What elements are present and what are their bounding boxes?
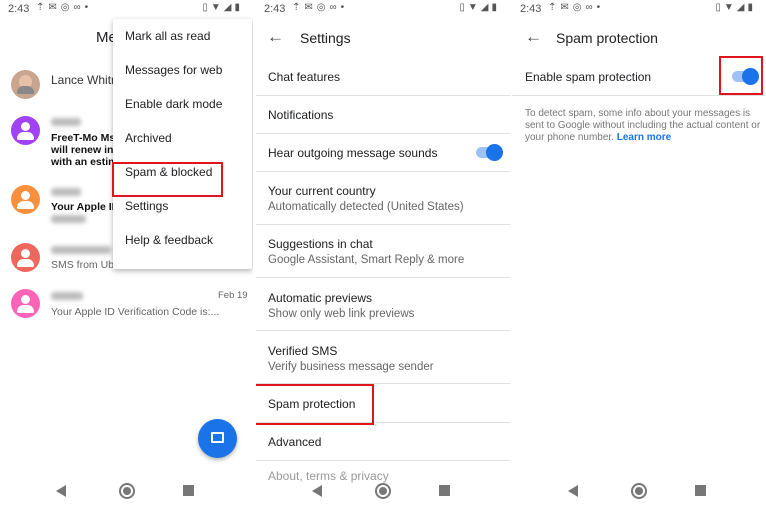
back-arrow-icon[interactable]: ← xyxy=(525,27,542,47)
back-icon[interactable] xyxy=(568,485,578,497)
recents-icon[interactable] xyxy=(183,485,194,496)
status-bar: 2:43 ⇡✉◎∞• ▯▼◢▮ xyxy=(0,0,253,18)
setting-chat-features[interactable]: Chat features xyxy=(256,58,510,96)
conversation-preview[interactable]: Your Apple ID xyxy=(51,201,119,213)
blurred-name xyxy=(51,188,81,196)
notification-icons: ⇡✉◎∞• xyxy=(36,2,93,13)
setting-title: Suggestions in chat xyxy=(268,237,373,251)
highlight-box xyxy=(112,162,223,197)
blurred-name xyxy=(51,118,81,126)
conversation-date: Feb 19 xyxy=(218,290,248,301)
system-icons: ▯▼◢▮ xyxy=(715,2,756,13)
clock: 2:43 xyxy=(8,3,30,15)
blurred-name xyxy=(51,292,83,300)
status-bar: 2:43 ⇡✉◎∞• ▯▼◢▮ xyxy=(512,0,766,18)
settings-screen: 2:43 ⇡✉◎∞• ▯▼◢▮ ← Settings Chat features N… xyxy=(256,0,510,510)
notification-icons: ⇡✉◎∞• xyxy=(548,2,605,13)
setting-subtitle: Automatically detected (United States) xyxy=(268,201,464,213)
nav-bar xyxy=(256,474,510,510)
menu-item-help[interactable]: Help & feedback xyxy=(113,223,252,257)
conversation-preview[interactable]: SMS from Ube xyxy=(51,259,120,271)
setting-subtitle: Google Assistant, Smart Reply & more xyxy=(268,254,465,266)
avatar xyxy=(11,289,40,318)
conversation-name[interactable]: Lance Whitn xyxy=(51,73,118,87)
setting-title: Verified SMS xyxy=(268,344,338,358)
setting-title: Hear outgoing message sounds xyxy=(268,146,438,160)
avatar xyxy=(11,243,40,272)
conversation-preview[interactable]: Your Apple ID Verification Code is:... xyxy=(51,306,219,318)
learn-more-link[interactable]: Learn more xyxy=(617,132,671,143)
status-bar: 2:43 ⇡✉◎∞• ▯▼◢▮ xyxy=(256,0,510,18)
menu-item-dark-mode[interactable]: Enable dark mode xyxy=(113,87,252,121)
setting-subtitle: Show only web link previews xyxy=(268,308,415,320)
system-icons: ▯▼◢▮ xyxy=(459,2,500,13)
setting-verified-sms[interactable]: Verified SMS Verify business message send… xyxy=(256,331,510,384)
conversation-preview: will renew in t xyxy=(51,144,120,156)
back-icon[interactable] xyxy=(312,485,322,497)
highlight-box xyxy=(256,384,374,425)
messages-screen: 2:43 ⇡✉◎∞• ▯▼◢▮ Me Lance Whitn FreeT-Mo Ms… xyxy=(0,0,253,510)
system-icons: ▯▼◢▮ xyxy=(202,2,243,13)
conversation-preview[interactable]: FreeT-Mo Msg xyxy=(51,132,122,144)
avatar xyxy=(11,70,40,99)
setting-outgoing-sounds[interactable]: Hear outgoing message sounds xyxy=(256,134,510,172)
page-title: Settings xyxy=(300,30,351,46)
setting-title: Your current country xyxy=(268,184,376,198)
menu-item-archived[interactable]: Archived xyxy=(113,121,252,155)
setting-title: Automatic previews xyxy=(268,291,373,305)
avatar xyxy=(11,185,40,214)
spam-description: To detect spam, some info about your mes… xyxy=(525,108,761,144)
home-icon[interactable] xyxy=(375,483,391,499)
new-message-button[interactable] xyxy=(198,419,237,458)
menu-item-messages-for-web[interactable]: Messages for web xyxy=(113,53,252,87)
outgoing-sounds-toggle[interactable] xyxy=(476,144,503,161)
menu-item-mark-all-read[interactable]: Mark all as read xyxy=(113,19,252,53)
highlight-box xyxy=(719,56,763,95)
recents-icon[interactable] xyxy=(695,485,706,496)
overflow-menu: Mark all as read Messages for web Enable… xyxy=(113,19,252,269)
message-icon xyxy=(211,432,224,443)
recents-icon[interactable] xyxy=(439,485,450,496)
home-icon[interactable] xyxy=(631,483,647,499)
blurred-text xyxy=(51,215,86,223)
setting-title: Notifications xyxy=(268,108,334,122)
setting-notifications[interactable]: Notifications xyxy=(256,96,510,134)
notification-icons: ⇡✉◎∞• xyxy=(292,2,349,13)
home-icon[interactable] xyxy=(119,483,135,499)
avatar xyxy=(11,116,40,145)
setting-automatic-previews[interactable]: Automatic previews Show only web link pre… xyxy=(256,278,510,331)
conversation-preview: with an estim xyxy=(51,156,118,168)
back-icon[interactable] xyxy=(56,485,66,497)
blurred-name xyxy=(51,246,111,254)
setting-suggestions[interactable]: Suggestions in chat Google Assistant, Sma… xyxy=(256,225,510,278)
clock: 2:43 xyxy=(520,3,542,15)
setting-country[interactable]: Your current country Automatically detect… xyxy=(256,172,510,225)
setting-subtitle: Verify business message sender xyxy=(268,361,434,373)
clock: 2:43 xyxy=(264,3,286,15)
nav-bar xyxy=(0,474,253,510)
spam-protection-screen: 2:43 ⇡✉◎∞• ▯▼◢▮ ← Spam protection Enable s… xyxy=(512,0,766,510)
setting-title: Advanced xyxy=(268,435,322,449)
setting-advanced[interactable]: Advanced xyxy=(256,423,510,461)
nav-bar xyxy=(512,474,766,510)
page-title: Spam protection xyxy=(556,30,658,46)
back-arrow-icon[interactable]: ← xyxy=(267,27,284,47)
setting-title: Chat features xyxy=(268,70,341,84)
toggle-label: Enable spam protection xyxy=(525,70,652,84)
